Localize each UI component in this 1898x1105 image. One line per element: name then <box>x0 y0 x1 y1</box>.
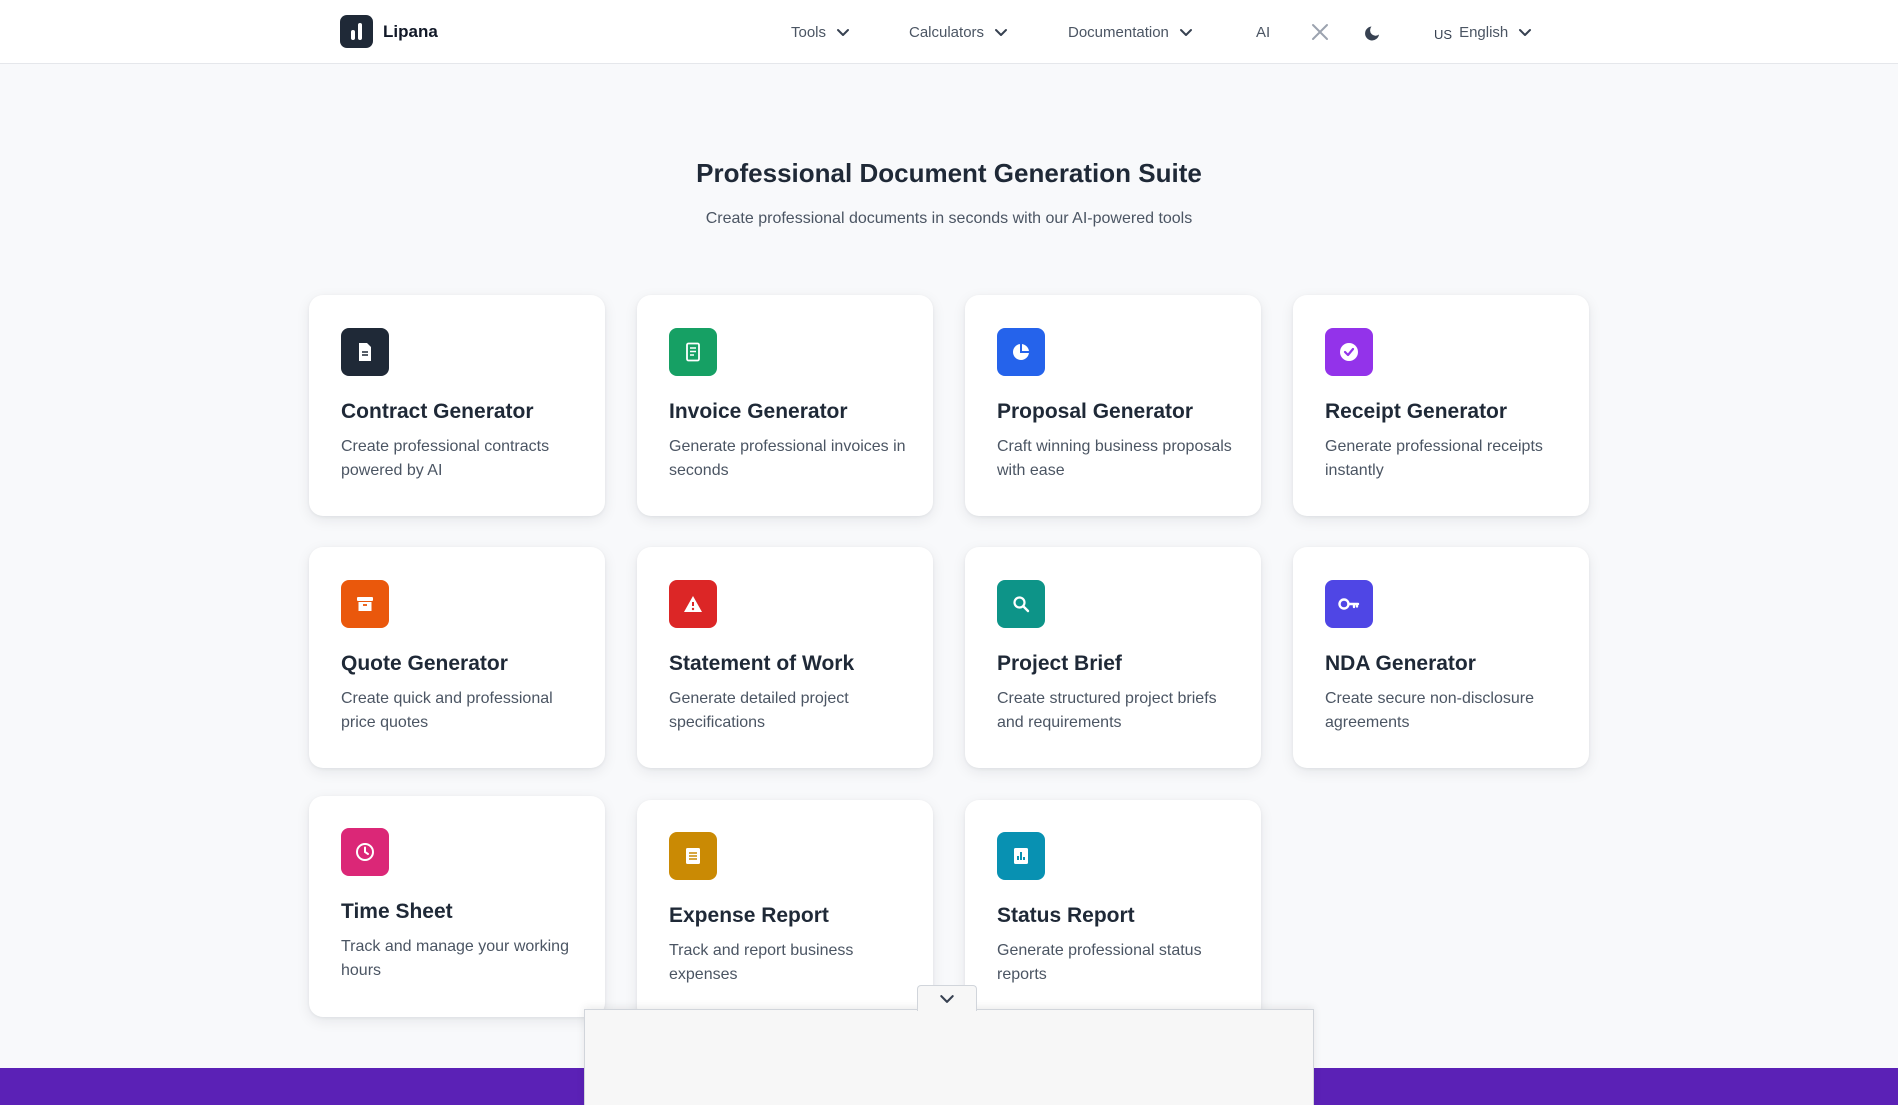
card-description: Create quick and professional price quot… <box>341 690 553 731</box>
card-title: Proposal Generator <box>997 400 1194 423</box>
invoice-icon <box>669 328 717 376</box>
card-title: Quote Generator <box>341 652 508 675</box>
nav-calculators-dropdown[interactable]: Calculators <box>909 20 1008 44</box>
card-description: Craft winning business proposals with ea… <box>997 438 1232 479</box>
card-project-brief[interactable]: Project Brief Create structured project … <box>965 547 1261 768</box>
key-icon <box>1325 580 1373 628</box>
language-selector[interactable]: US English <box>1434 20 1532 44</box>
list-icon <box>669 832 717 880</box>
x-twitter-icon[interactable] <box>1308 20 1332 44</box>
pie-chart-icon <box>997 328 1045 376</box>
ad-panel <box>584 1009 1314 1105</box>
nav-tools-dropdown[interactable]: Tools <box>791 20 850 44</box>
card-description: Track and manage your working hours <box>341 938 569 979</box>
page-title: Professional Document Generation Suite <box>696 158 1202 188</box>
nav-documentation-label: Documentation <box>1068 23 1169 41</box>
warning-icon <box>669 580 717 628</box>
card-title: Status Report <box>997 904 1135 927</box>
card-title: Contract Generator <box>341 400 534 423</box>
card-title: Receipt Generator <box>1325 400 1508 423</box>
check-badge-icon <box>1325 328 1373 376</box>
card-invoice-generator[interactable]: Invoice Generator Generate professional … <box>637 295 933 516</box>
language-label: English <box>1459 23 1509 41</box>
search-icon <box>997 580 1045 628</box>
card-title: Statement of Work <box>669 652 855 675</box>
nav-calculators-label: Calculators <box>909 23 985 41</box>
moon-icon[interactable] <box>1362 20 1386 44</box>
card-statement-of-work[interactable]: Statement of Work Generate detailed proj… <box>637 547 933 768</box>
card-title: Project Brief <box>997 652 1122 675</box>
card-description: Track and report business expenses <box>669 942 854 983</box>
card-description: Create secure non-disclosure agreements <box>1325 690 1534 731</box>
page-subtitle: Create professional documents in seconds… <box>705 210 1193 227</box>
card-title: Time Sheet <box>341 900 453 923</box>
card-title: NDA Generator <box>1325 652 1476 675</box>
clock-icon <box>341 828 389 876</box>
card-status-report[interactable]: Status Report Generate professional stat… <box>965 800 1261 1021</box>
card-description: Generate professional receipts instantly <box>1325 438 1543 479</box>
card-title: Expense Report <box>669 904 829 927</box>
card-description: Create structured project briefs and req… <box>997 690 1217 731</box>
chevron-down-icon <box>837 29 850 36</box>
logo-link[interactable]: Lipana <box>340 15 438 48</box>
nav-documentation-dropdown[interactable]: Documentation <box>1068 20 1193 44</box>
nav-ai-label: AI <box>1256 23 1271 41</box>
card-description: Generate detailed project specifications <box>669 690 849 731</box>
flag-us-icon: US <box>1434 26 1453 42</box>
chevron-down-icon <box>940 994 954 1003</box>
bar-chart-icon <box>997 832 1045 880</box>
card-quote-generator[interactable]: Quote Generator Create quick and profess… <box>309 547 605 768</box>
card-expense-report[interactable]: Expense Report Track and report business… <box>637 800 933 1021</box>
card-title: Invoice Generator <box>669 400 848 423</box>
card-contract-generator[interactable]: Contract Generator Create professional c… <box>309 295 605 516</box>
chevron-down-icon <box>1519 29 1532 36</box>
lipana-logo-icon <box>340 15 373 48</box>
nav-ai-link[interactable]: AI <box>1256 20 1270 44</box>
top-navbar: Lipana Tools Calculators Documentation A… <box>0 0 1898 64</box>
ad-collapse-toggle[interactable] <box>917 985 977 1011</box>
card-description: Generate professional status reports <box>997 942 1202 983</box>
chevron-down-icon <box>1179 29 1192 36</box>
card-proposal-generator[interactable]: Proposal Generator Craft winning busines… <box>965 295 1261 516</box>
card-description: Generate professional invoices in second… <box>669 438 906 479</box>
logo-text: Lipana <box>383 21 438 41</box>
archive-icon <box>341 580 389 628</box>
document-icon <box>341 328 389 376</box>
card-nda-generator[interactable]: NDA Generator Create secure non-disclosu… <box>1293 547 1589 768</box>
chevron-down-icon <box>995 29 1008 36</box>
card-time-sheet[interactable]: Time Sheet Track and manage your working… <box>309 796 605 1017</box>
card-receipt-generator[interactable]: Receipt Generator Generate professional … <box>1293 295 1589 516</box>
card-description: Create professional contracts powered by… <box>341 438 550 479</box>
nav-tools-label: Tools <box>791 23 827 41</box>
